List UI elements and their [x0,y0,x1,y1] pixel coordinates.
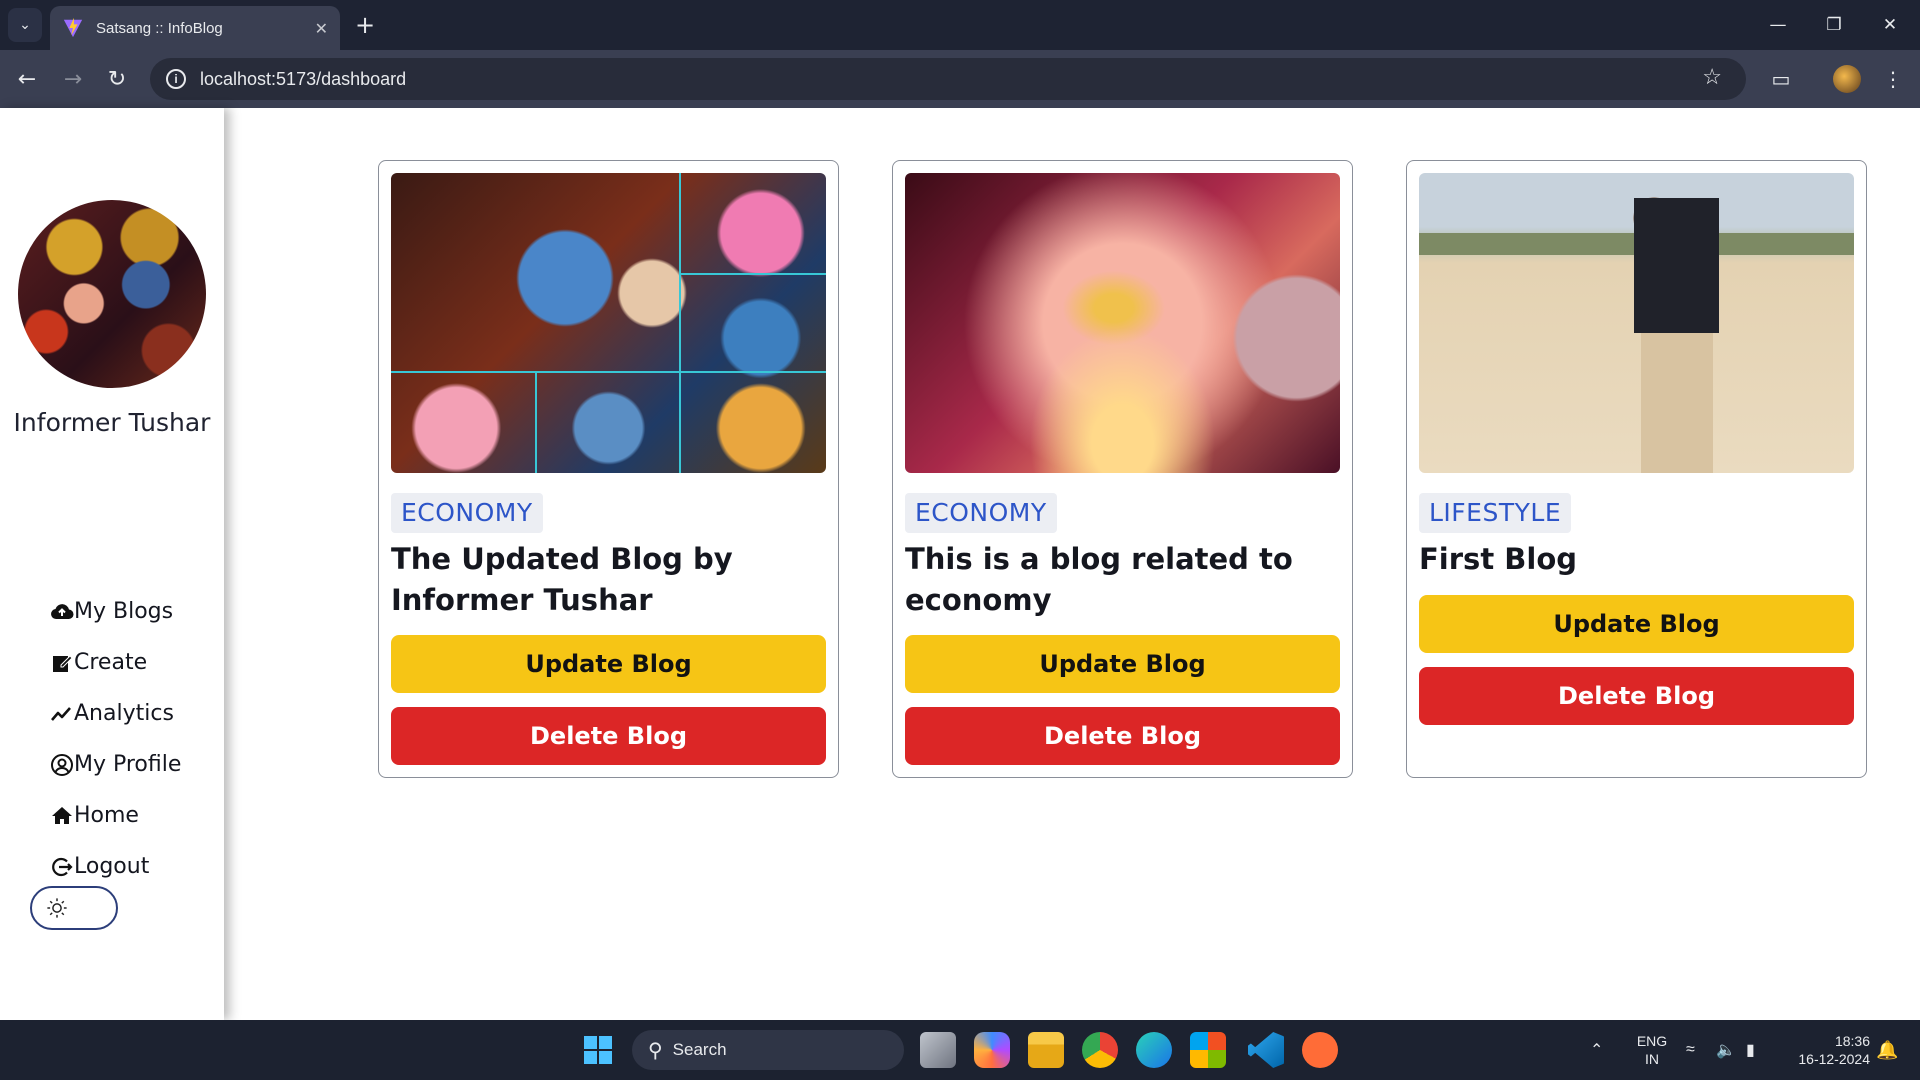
blog-card: ECONOMY The Updated Blog by Informer Tus… [378,160,839,778]
tab-search-button[interactable]: ⌄ [8,8,42,42]
extensions-icon[interactable]: ▭ [1764,62,1798,96]
task-view-icon[interactable] [920,1032,956,1068]
browser-tab-bar: ⌄ Satsang :: InfoBlog ✕ + — ❐ ✕ [0,0,1920,50]
taskbar-search-label: Search [672,1040,727,1059]
blog-card: ECONOMY This is a blog related to econom… [892,160,1353,778]
taskbar-search[interactable]: ⚲ Search [632,1030,904,1070]
blog-card: LIFESTYLE First Blog Update Blog Delete … [1406,160,1867,778]
lang-top: ENG [1636,1033,1668,1049]
search-icon: ⚲ [648,1039,663,1062]
sun-icon [47,898,67,918]
new-tab-button[interactable]: + [350,10,380,40]
username: Informer Tushar [13,408,211,437]
analytics-icon [51,706,71,721]
sidebar-item-label: Home [74,803,139,828]
notification-bell-icon[interactable]: 🔔 [1876,1020,1898,1080]
browser-tab[interactable]: Satsang :: InfoBlog ✕ [50,6,340,50]
blog-title[interactable]: First Blog [1419,539,1854,580]
sidebar-item-label: Analytics [74,701,174,726]
sidebar-item-label: My Blogs [74,599,174,624]
sidebar-item-create[interactable]: Create [50,637,181,688]
battery-icon[interactable]: ▮ [1746,1020,1755,1080]
sidebar-item-my-profile[interactable]: My Profile [50,739,181,790]
blog-title[interactable]: The Updated Blog by Informer Tushar [391,539,826,621]
blog-thumbnail [1419,173,1854,473]
update-blog-button[interactable]: Update Blog [1419,595,1854,653]
sidebar: Informer Tushar My Blogs Create Analytic… [0,108,224,1020]
wifi-icon[interactable]: ≈ [1686,1020,1695,1080]
system-clock[interactable]: 18:36 16-12-2024 [1780,1020,1870,1080]
more-menu-icon[interactable]: ⋮ [1876,62,1910,96]
blog-title[interactable]: This is a blog related to economy [905,539,1340,621]
copilot-icon[interactable] [974,1032,1010,1068]
edit-icon [53,654,73,672]
volume-icon[interactable]: 🔈 [1716,1020,1736,1080]
delete-blog-button[interactable]: Delete Blog [391,707,826,765]
home-icon [52,806,72,824]
site-info-icon[interactable]: i [166,69,186,89]
windows-start-icon[interactable] [580,1032,616,1068]
postman-icon[interactable] [1302,1032,1338,1068]
minimize-icon[interactable]: — [1750,0,1806,50]
browser-toolbar: ← → ↻ i localhost:5173/dashboard ☆ ▭ ⋮ [0,50,1920,108]
chrome-icon[interactable] [1082,1032,1118,1068]
logout-icon [52,857,73,876]
category-badge[interactable]: LIFESTYLE [1419,493,1572,533]
category-badge[interactable]: ECONOMY [905,493,1057,533]
store-icon[interactable] [1190,1032,1226,1068]
blog-thumbnail [391,173,826,473]
user-avatar [18,200,206,388]
tab-title: Satsang :: InfoBlog [96,19,223,37]
tray-chevron-up-icon[interactable]: ⌃ [1590,1020,1603,1080]
clock-time: 18:36 [1834,1033,1870,1049]
sidebar-item-home[interactable]: Home [50,790,181,841]
url-text: localhost:5173/dashboard [200,68,407,89]
address-bar[interactable]: i localhost:5173/dashboard ☆ [150,58,1746,100]
user-circle-icon [51,753,73,776]
language-indicator[interactable]: ENG IN [1634,1020,1670,1080]
theme-toggle[interactable] [30,886,118,930]
close-tab-icon[interactable]: ✕ [315,19,328,38]
update-blog-button[interactable]: Update Blog [391,635,826,693]
lang-bottom: IN [1645,1051,1659,1067]
blog-thumbnail [905,173,1340,473]
category-badge[interactable]: ECONOMY [391,493,543,533]
forward-arrow-icon[interactable]: → [56,62,90,96]
profile-avatar-image [1833,65,1861,93]
back-arrow-icon[interactable]: ← [10,62,44,96]
vite-logo-icon [63,17,83,38]
window-close-icon[interactable]: ✕ [1862,0,1918,50]
sidebar-item-logout[interactable]: Logout [50,841,181,892]
delete-blog-button[interactable]: Delete Blog [905,707,1340,765]
reload-icon[interactable]: ↻ [100,62,134,96]
sidebar-item-label: Logout [74,854,150,879]
sidebar-menu: My Blogs Create Analytics My Profile Hom… [50,586,181,892]
restore-icon[interactable]: ❐ [1806,0,1862,50]
cloud-upload-icon [51,603,74,619]
sidebar-item-label: My Profile [74,752,182,777]
sidebar-item-label: Create [74,650,148,675]
bookmark-star-icon[interactable]: ☆ [1702,64,1722,90]
sidebar-item-analytics[interactable]: Analytics [50,688,181,739]
sidebar-item-my-blogs[interactable]: My Blogs [50,586,181,637]
vscode-icon[interactable] [1248,1032,1284,1068]
update-blog-button[interactable]: Update Blog [905,635,1340,693]
taskbar: ⚲ Search ⌃ ENG IN ≈ 🔈 ▮ 18:36 16-12-2024… [0,1020,1920,1080]
file-explorer-icon[interactable] [1028,1032,1064,1068]
delete-blog-button[interactable]: Delete Blog [1419,667,1854,725]
profile-avatar[interactable] [1830,62,1864,96]
chevron-down-icon: ⌄ [19,17,31,33]
edge-icon[interactable] [1136,1032,1172,1068]
clock-date: 16-12-2024 [1798,1051,1870,1067]
